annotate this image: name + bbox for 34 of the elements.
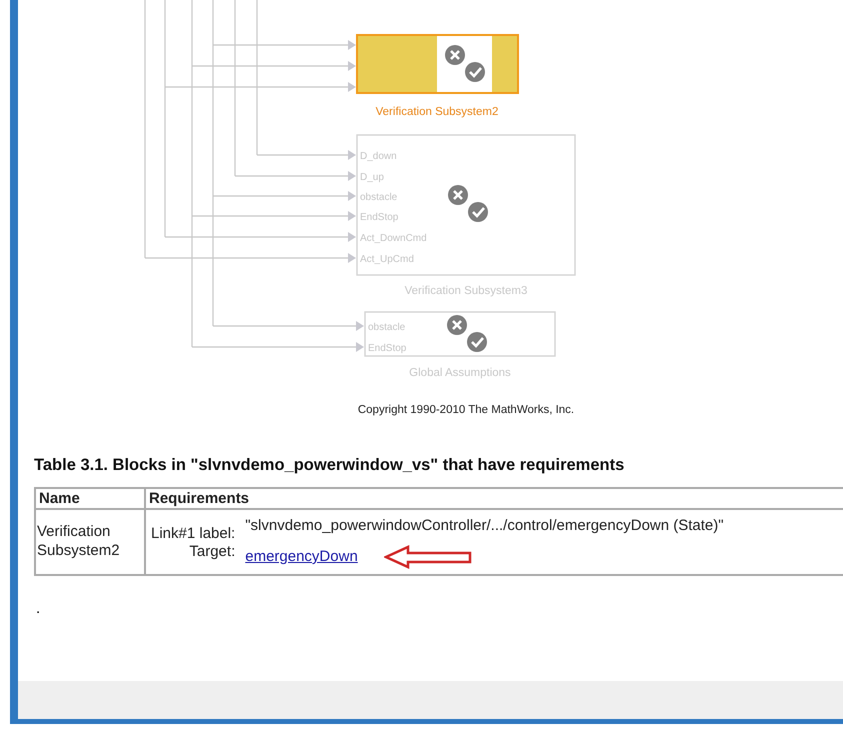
port-arrow-icon xyxy=(356,321,364,331)
port-arrow-icon xyxy=(348,150,356,160)
column-header: Name xyxy=(35,488,145,509)
field-label: Link#1 label: xyxy=(151,524,236,543)
port-label: D_down xyxy=(360,151,397,162)
port-arrow-icon xyxy=(348,61,356,71)
cross-icon xyxy=(447,315,467,335)
port-label: obstacle xyxy=(360,192,398,203)
cross-icon xyxy=(445,45,465,65)
column-header: Requirements xyxy=(145,488,843,509)
check-icon xyxy=(468,202,488,222)
port-label: EndStop xyxy=(368,343,406,354)
port-label: EndStop xyxy=(360,212,398,223)
port-label: D_up xyxy=(360,172,384,183)
port-arrow-icon xyxy=(348,253,356,263)
field-label: Target: xyxy=(188,543,236,562)
check-icon xyxy=(465,62,485,82)
target-link[interactable]: emergencyDown xyxy=(245,548,358,566)
port-arrow-icon xyxy=(356,342,364,352)
table-caption: Table 3.1. Blocks in "slvnvdemo_powerwindow_vs" that have requirements xyxy=(34,456,626,475)
port-arrow-icon xyxy=(348,40,356,50)
port-arrow-icon xyxy=(348,232,356,242)
port-label: obstacle xyxy=(368,322,406,333)
table-cell: Verification Subsystem2 xyxy=(35,509,145,575)
cross-icon xyxy=(448,185,468,205)
footer-text: . xyxy=(36,600,42,617)
port-label: Act_DownCmd xyxy=(360,233,427,244)
port-label: Act_UpCmd xyxy=(360,254,414,265)
copyright-text: Copyright 1990-2010 The MathWorks, Inc. xyxy=(358,404,574,416)
block-label: Verification Subsystem2 xyxy=(376,106,498,118)
subsystem-block[interactable] xyxy=(364,311,556,357)
check-icon xyxy=(467,332,487,352)
port-arrow-icon xyxy=(348,82,356,92)
link-label-value: "slvnvdemo_powerwindowController/.../control/emergencyDown (State)" xyxy=(245,517,725,536)
